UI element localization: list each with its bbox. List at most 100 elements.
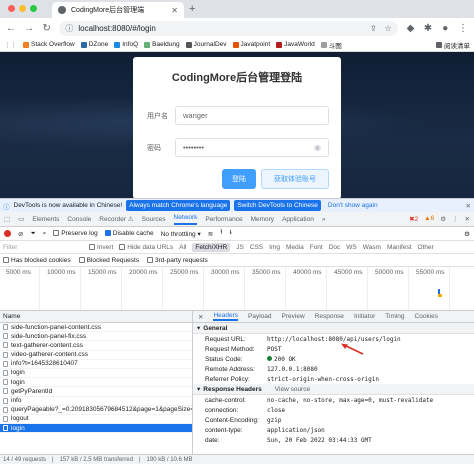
close-detail-icon[interactable]: ✕	[198, 313, 203, 321]
response-headers-section-header[interactable]: ▾ Response Headers View source	[193, 384, 474, 395]
header-value[interactable]: application/json	[267, 427, 325, 434]
invert-checkbox[interactable]: Invert	[89, 243, 113, 251]
tab-sources[interactable]: Sources	[142, 216, 166, 223]
devtools-menu-icon[interactable]: ⋮	[452, 215, 459, 223]
close-devtools-icon[interactable]: ✕	[465, 215, 470, 223]
minimize-window-icon[interactable]	[19, 5, 26, 12]
filter-type-css[interactable]: CSS	[250, 244, 263, 251]
new-tab-icon[interactable]: +	[189, 3, 195, 15]
filter-type-media[interactable]: Media	[286, 244, 304, 251]
password-field[interactable]: •••••••• ◉	[175, 138, 329, 157]
tab-application[interactable]: Application	[282, 216, 314, 223]
url-input[interactable]: ⓘ localhost:8080/#/login ⇪ ☆	[59, 20, 398, 36]
close-window-icon[interactable]	[8, 5, 15, 12]
filter-type-img[interactable]: Img	[269, 244, 280, 251]
tab-preview[interactable]: Preview	[282, 313, 305, 320]
header-value[interactable]: strict-origin-when-cross-origin	[267, 376, 379, 383]
blocked-cookies-checkbox[interactable]: Has blocked cookies	[3, 256, 71, 264]
info-icon[interactable]: ⓘ	[65, 23, 73, 34]
throttling-select[interactable]: No throttling ▾	[161, 230, 201, 238]
share-icon[interactable]: ⇪	[370, 24, 377, 33]
settings-gear-icon[interactable]: ⚙	[440, 215, 446, 223]
apps-icon[interactable]: ⋮⋮	[4, 41, 17, 49]
request-row[interactable]: side-function-panel-content.css	[0, 323, 192, 333]
request-row[interactable]: logout	[0, 415, 192, 425]
tab-network[interactable]: Network	[173, 214, 198, 225]
request-row[interactable]: text-gatherer-content.css	[0, 341, 192, 351]
bookmark-item[interactable]: InfoQ	[114, 41, 138, 48]
filter-type-all[interactable]: All	[179, 244, 186, 251]
maximize-window-icon[interactable]	[30, 5, 37, 12]
close-tab-icon[interactable]: ✕	[171, 6, 178, 15]
filter-type-other[interactable]: Other	[418, 244, 434, 251]
bookmark-item[interactable]: Baeldung	[144, 41, 180, 48]
device-toggle-icon[interactable]: ▭	[18, 215, 24, 223]
search-icon[interactable]: ⌕	[43, 230, 47, 238]
tab-memory[interactable]: Memory	[251, 216, 274, 223]
header-value[interactable]: 127.0.0.1:8080	[267, 366, 318, 373]
tab-elements[interactable]: Elements	[32, 216, 59, 223]
get-trial-account-button[interactable]: 获取体验账号	[261, 169, 329, 189]
tab-payload[interactable]: Payload	[248, 313, 272, 320]
bookmark-item[interactable]: JournalDev	[185, 41, 227, 48]
tab-timing[interactable]: Timing	[385, 313, 404, 320]
filter-type-js[interactable]: JS	[236, 244, 244, 251]
header-value[interactable]: no-cache, no-store, max-age=0, must-reva…	[267, 397, 433, 404]
back-icon[interactable]: ←	[6, 23, 16, 34]
extensions-puzzle-icon[interactable]: ✱	[423, 23, 432, 34]
close-icon[interactable]: ✕	[466, 202, 471, 210]
warning-badge[interactable]: ▲6	[424, 215, 434, 223]
bookmark-item[interactable]: DZone	[80, 41, 108, 48]
third-party-checkbox[interactable]: 3rd-party requests	[147, 256, 208, 264]
filter-type-font[interactable]: Font	[310, 244, 323, 251]
login-button[interactable]: 登陆	[222, 169, 256, 189]
bookmark-item[interactable]: Javatpoint	[232, 41, 270, 48]
network-timeline[interactable]: 5000 ms 10000 ms 15000 ms 20000 ms 25000 ms 3…	[0, 267, 474, 311]
disable-cache-checkbox[interactable]: Disable cache	[104, 230, 154, 237]
tab-headers[interactable]: Headers	[213, 312, 239, 321]
preserve-log-checkbox[interactable]: Preserve log	[53, 230, 98, 237]
bookmark-item[interactable]: Stack Overflow	[23, 41, 75, 48]
request-row[interactable]: login	[0, 424, 192, 434]
dont-show-again-button[interactable]: Don't show again	[325, 200, 381, 211]
filter-type-wasm[interactable]: Wasm	[363, 244, 381, 251]
request-row[interactable]: info?t=1645328610407	[0, 360, 192, 369]
filter-type-ws[interactable]: WS	[346, 244, 356, 251]
tab-performance[interactable]: Performance	[205, 216, 242, 223]
filter-icon[interactable]: ⏷	[30, 230, 35, 238]
inspect-icon[interactable]: ⬚	[4, 215, 10, 223]
always-match-language-button[interactable]: Always match Chrome's language	[126, 200, 231, 211]
request-row[interactable]: getPyParentId	[0, 387, 192, 397]
request-row[interactable]: login	[0, 369, 192, 379]
bookmark-item[interactable]: 斗图	[320, 40, 342, 50]
forward-icon[interactable]: →	[24, 23, 34, 34]
tab-console[interactable]: Console	[67, 216, 91, 223]
view-source-link[interactable]: View source	[275, 386, 310, 393]
blocked-requests-checkbox[interactable]: Blocked Requests	[78, 256, 139, 264]
network-settings-icon[interactable]: ⚙	[464, 230, 470, 238]
bookmark-star-icon[interactable]: ☆	[385, 24, 392, 33]
tab-response[interactable]: Response	[315, 313, 344, 320]
more-tabs-icon[interactable]: »	[322, 216, 326, 223]
reading-list[interactable]: 阅读清单	[436, 40, 470, 50]
tab-initiator[interactable]: Initiator	[354, 313, 375, 320]
reload-icon[interactable]: ↻	[42, 23, 51, 34]
header-value[interactable]: close	[267, 407, 285, 414]
name-column-header[interactable]: Name	[0, 311, 192, 323]
browser-tab[interactable]: CodingMore后台管理端 ✕	[52, 2, 184, 18]
import-icon[interactable]: ⭱	[220, 228, 222, 239]
menu-icon[interactable]: ⋮	[458, 23, 468, 34]
general-section-header[interactable]: ▾ General	[193, 323, 474, 334]
request-row[interactable]: side-function-panel-fix.css	[0, 332, 192, 342]
export-icon[interactable]: ⭳	[229, 228, 231, 239]
header-value[interactable]: gzip	[267, 417, 281, 424]
header-value[interactable]: http://localhost:8080/api/users/login	[267, 336, 401, 343]
extension-icon[interactable]: ◆	[406, 23, 415, 34]
tab-cookies[interactable]: Cookies	[415, 313, 438, 320]
error-badge[interactable]: ✖2	[409, 215, 418, 223]
request-row[interactable]: info	[0, 397, 192, 406]
switch-to-chinese-button[interactable]: Switch DevTools to Chinese	[234, 200, 321, 211]
filter-type-fetch-xhr[interactable]: Fetch/XHR	[192, 242, 231, 252]
username-field[interactable]: wanger	[175, 106, 329, 125]
hide-data-urls-checkbox[interactable]: Hide data URLs	[119, 243, 173, 251]
